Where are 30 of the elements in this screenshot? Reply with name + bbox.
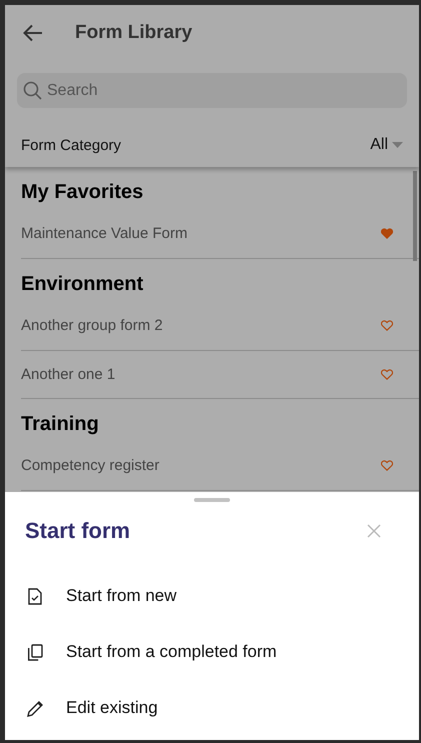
sheet-option[interactable]: Start from a completed form <box>5 624 399 680</box>
category-dropdown[interactable]: All <box>370 136 403 154</box>
sheet-option[interactable]: Edit existing <box>5 680 399 736</box>
close-button[interactable] <box>367 524 381 538</box>
file-check-icon <box>28 588 42 604</box>
back-button[interactable] <box>23 24 43 42</box>
form-list-item[interactable]: Another group form 2 <box>21 304 419 351</box>
sheet-option[interactable]: Start from new <box>5 568 399 624</box>
filter-label: Form Category <box>21 136 122 154</box>
caret-icon <box>392 142 403 148</box>
drag-handle[interactable] <box>194 498 230 502</box>
form-list-item[interactable]: Another one 1 <box>21 351 419 399</box>
page-title: Form Library <box>75 22 192 44</box>
favorite-heart-button[interactable] <box>381 320 393 330</box>
form-list-item[interactable]: Competency register <box>21 444 419 491</box>
section-heading: My Favorites <box>21 180 144 205</box>
section-heading: Environment <box>21 272 144 297</box>
sheet-title: Start form <box>25 518 130 544</box>
close-icon <box>367 524 381 538</box>
search-icon <box>23 81 42 100</box>
scrollbar[interactable] <box>413 171 417 261</box>
favorite-heart-button[interactable] <box>381 369 393 380</box>
back-arrow-icon <box>23 24 43 42</box>
section-heading: Training <box>21 412 99 437</box>
form-list-item[interactable]: Maintenance Value Form <box>21 212 419 259</box>
copy-icon <box>27 644 43 660</box>
favorite-heart-button[interactable] <box>381 460 393 470</box>
favorite-heart-button[interactable] <box>381 228 393 238</box>
pencil-icon <box>26 700 44 716</box>
search-field[interactable]: Search <box>17 73 407 108</box>
